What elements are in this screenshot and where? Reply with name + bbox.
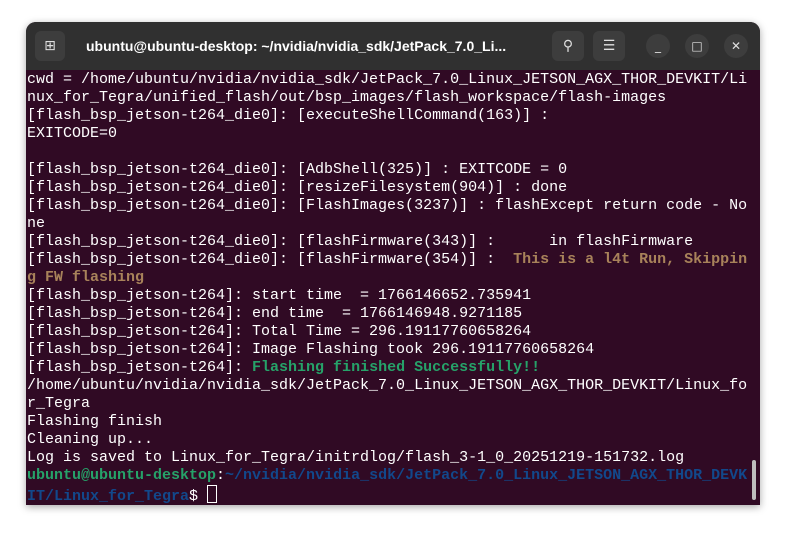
minimize-button[interactable]: _ — [646, 34, 670, 58]
output-text: cwd = /home/ubuntu/nvidia/nvidia_sdk/Jet… — [27, 71, 748, 88]
terminal-line: [flash_bsp_jetson-t264]: Image Flashing … — [27, 341, 747, 359]
terminal-line: cwd = /home/ubuntu/nvidia/nvidia_sdk/Jet… — [27, 71, 747, 89]
terminal-line: nux_for_Tegra/unified_flash/out/bsp_imag… — [27, 89, 747, 107]
output-text: Cleaning up... — [27, 431, 154, 448]
terminal-window: ⊞ ubuntu@ubuntu-desktop: ~/nvidia/nvidia… — [26, 22, 760, 505]
terminal-line: r_Tegra — [27, 395, 747, 413]
warning-text: g FW flashing — [27, 269, 145, 286]
terminal-output[interactable]: cwd = /home/ubuntu/nvidia/nvidia_sdk/Jet… — [27, 71, 747, 505]
new-tab-icon: ⊞ — [44, 38, 56, 54]
output-text: [flash_bsp_jetson-t264_die0]: [flashFirm… — [27, 233, 694, 250]
output-text: Log is saved to Linux_for_Tegra/initrdlo… — [27, 449, 685, 466]
maximize-button[interactable]: □ — [685, 34, 709, 58]
terminal-line: Log is saved to Linux_for_Tegra/initrdlo… — [27, 449, 747, 467]
output-text: EXITCODE=0 — [27, 125, 118, 142]
prompt-path-text: ~/nvidia/nvidia_sdk/JetPack_7.0_Linux_JE… — [225, 467, 748, 484]
terminal-line: [flash_bsp_jetson-t264]: Total Time = 29… — [27, 323, 747, 341]
warning-text: This is a l4t Run, Skippin — [513, 251, 748, 268]
terminal-line: g FW flashing — [27, 269, 747, 287]
terminal-line: Flashing finish — [27, 413, 747, 431]
minimize-icon: _ — [655, 39, 661, 53]
output-text: [flash_bsp_jetson-t264]: Image Flashing … — [27, 341, 595, 358]
output-text: : — [216, 467, 226, 484]
window-title: ubuntu@ubuntu-desktop: ~/nvidia/nvidia_s… — [86, 38, 507, 54]
prompt-path-text: IT/Linux_for_Tegra — [27, 488, 190, 505]
output-text: /home/ubuntu/nvidia/nvidia_sdk/JetPack_7… — [27, 377, 748, 394]
terminal-line: [flash_bsp_jetson-t264_die0]: [flashFirm… — [27, 233, 747, 251]
output-text: ne — [27, 215, 46, 232]
terminal-line: [flash_bsp_jetson-t264]: start time = 17… — [27, 287, 747, 305]
output-text: [flash_bsp_jetson-t264_die0]: [resizeFil… — [27, 179, 568, 196]
output-text: [flash_bsp_jetson-t264_die0]: [executeSh… — [27, 107, 550, 124]
output-text: [flash_bsp_jetson-t264]: end time = 1766… — [27, 305, 523, 322]
output-text: nux_for_Tegra/unified_flash/out/bsp_imag… — [27, 89, 667, 106]
terminal-line: [flash_bsp_jetson-t264_die0]: [executeSh… — [27, 107, 747, 125]
output-text: Flashing finish — [27, 413, 163, 430]
search-button[interactable]: ⚲ — [552, 31, 584, 61]
output-text: [flash_bsp_jetson-t264_die0]: [flashFirm… — [27, 251, 514, 268]
terminal-line: [flash_bsp_jetson-t264_die0]: [flashFirm… — [27, 251, 747, 269]
scrollbar[interactable] — [752, 460, 756, 500]
close-icon: ✕ — [730, 39, 742, 53]
terminal-line: Cleaning up... — [27, 431, 747, 449]
maximize-icon: □ — [691, 39, 703, 53]
output-text: [flash_bsp_jetson-t264]: start time = 17… — [27, 287, 532, 304]
terminal-line: [flash_bsp_jetson-t264]: Flashing finish… — [27, 359, 747, 377]
new-tab-button[interactable]: ⊞ — [35, 31, 65, 61]
success-text: Flashing finished Successfully!! — [252, 359, 541, 376]
output-text: [flash_bsp_jetson-t264]: Total Time = 29… — [27, 323, 532, 340]
terminal-line: [flash_bsp_jetson-t264_die0]: [FlashImag… — [27, 197, 747, 215]
output-text: [flash_bsp_jetson-t264_die0]: [FlashImag… — [27, 197, 748, 214]
terminal-line: ubuntu@ubuntu-desktop:~/nvidia/nvidia_sd… — [27, 467, 747, 485]
output-text: [flash_bsp_jetson-t264]: — [27, 359, 253, 376]
terminal-line: IT/Linux_for_Tegra$ — [27, 485, 747, 505]
terminal-line: EXITCODE=0 — [27, 125, 747, 143]
prompt-user-text: ubuntu@ubuntu-desktop — [27, 467, 217, 484]
output-text: [flash_bsp_jetson-t264_die0]: [AdbShell(… — [27, 161, 568, 178]
title-bar: ⊞ ubuntu@ubuntu-desktop: ~/nvidia/nvidia… — [26, 22, 760, 70]
text-cursor — [207, 485, 218, 503]
terminal-line: ne — [27, 215, 747, 233]
terminal-line: [flash_bsp_jetson-t264]: end time = 1766… — [27, 305, 747, 323]
output-text: r_Tegra — [27, 395, 91, 412]
hamburger-menu-icon: ☰ — [602, 38, 616, 54]
terminal-line: /home/ubuntu/nvidia/nvidia_sdk/JetPack_7… — [27, 377, 747, 395]
menu-button[interactable]: ☰ — [593, 31, 625, 61]
terminal-line: [flash_bsp_jetson-t264_die0]: [AdbShell(… — [27, 161, 747, 179]
search-icon: ⚲ — [562, 38, 574, 54]
output-text: $ — [189, 488, 208, 505]
close-button[interactable]: ✕ — [724, 34, 748, 58]
terminal-line: [flash_bsp_jetson-t264_die0]: [resizeFil… — [27, 179, 747, 197]
